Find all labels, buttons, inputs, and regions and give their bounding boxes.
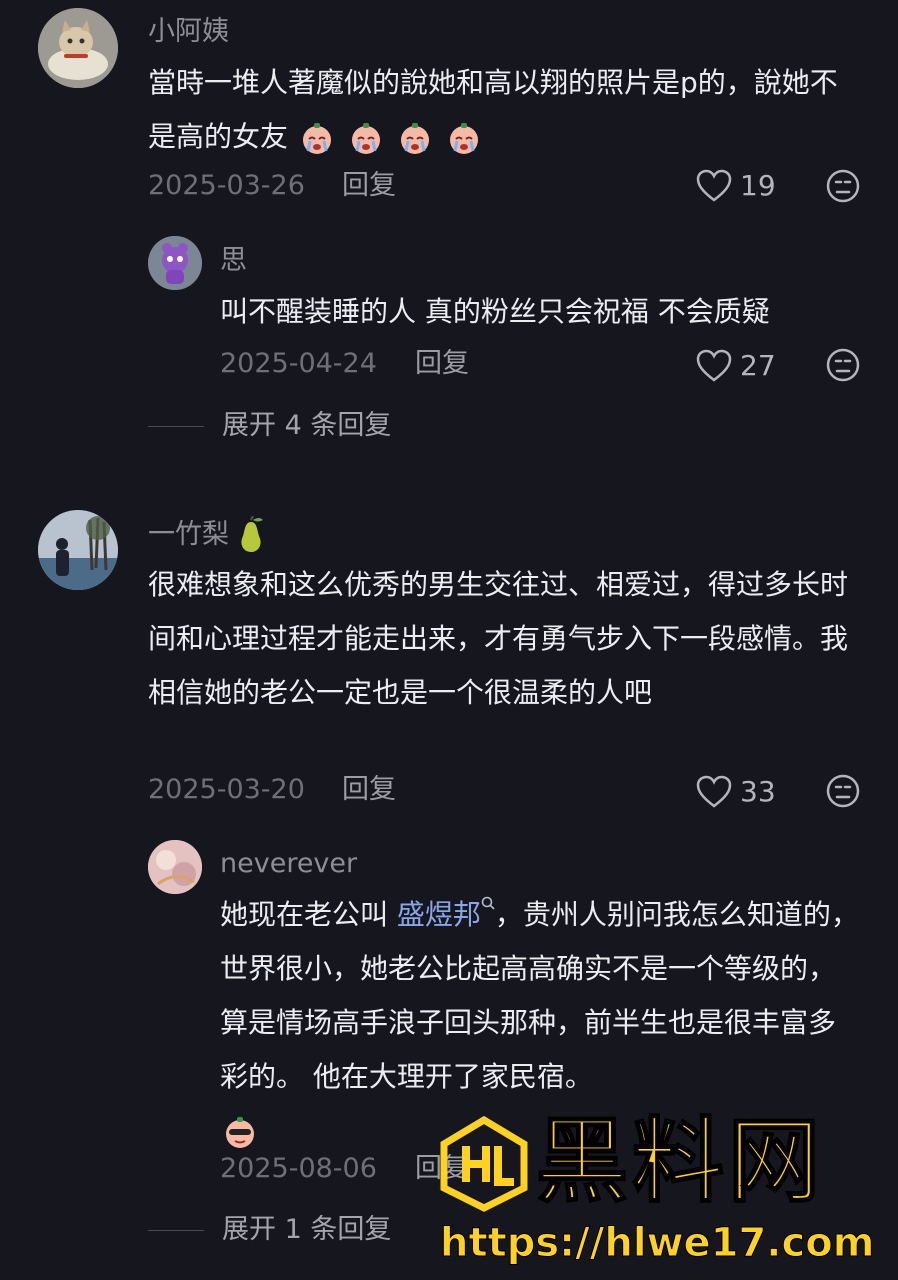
lakeside-photo-avatar-icon xyxy=(38,510,118,590)
divider-line xyxy=(148,425,204,427)
pink-floral-avatar-icon xyxy=(148,840,202,894)
heart-icon xyxy=(696,169,732,202)
heart-icon xyxy=(696,349,732,382)
heart-icon xyxy=(696,775,732,808)
like-count: 19 xyxy=(740,169,776,202)
cat-avatar-icon xyxy=(38,8,118,88)
watermark-url: https://hlwe17.com xyxy=(439,1220,875,1267)
comment-date: 2025-03-20 xyxy=(148,774,305,805)
reply-username[interactable]: neverever xyxy=(220,846,357,882)
comment-username[interactable]: 一竹梨 xyxy=(148,516,269,554)
watermark-logo-icon xyxy=(440,1116,528,1212)
crying-face-emoji-icon xyxy=(400,123,429,154)
avatar-lakeside[interactable] xyxy=(38,510,118,590)
search-icon xyxy=(481,896,495,910)
avatar-reply[interactable] xyxy=(148,840,202,894)
reply-button[interactable]: 回复 xyxy=(342,772,396,808)
watermark-logo-text: 黑料网 xyxy=(535,1107,825,1216)
purple-plush-avatar-icon xyxy=(148,236,202,290)
pear-icon xyxy=(241,516,263,552)
cool-face-emoji-icon xyxy=(226,1117,254,1148)
like-button[interactable]: 33 xyxy=(696,774,776,810)
reply-text: 叫不醒装睡的人 真的粉丝只会祝福 不会质疑 xyxy=(220,295,770,328)
crying-face-emoji-icon xyxy=(351,123,380,154)
reply-username[interactable]: 思 xyxy=(220,243,247,279)
comment-date: 2025-03-26 xyxy=(148,170,305,201)
like-button[interactable]: 19 xyxy=(696,168,776,204)
expand-replies-label: 展开 4 条回复 xyxy=(222,410,392,441)
dislike-face-icon[interactable] xyxy=(826,169,860,203)
dislike-face-icon[interactable] xyxy=(826,348,860,382)
comment-text: 當時一堆人著魔似的說她和高以翔的照片是p的，說她不是高的女友 xyxy=(148,56,848,164)
like-count: 33 xyxy=(740,775,776,808)
mention-link[interactable]: 盛煜邦 xyxy=(397,896,495,931)
like-count: 27 xyxy=(740,349,776,382)
reply-date: 2025-04-24 xyxy=(220,348,377,379)
dislike-face-icon[interactable] xyxy=(826,774,860,808)
avatar-reply[interactable] xyxy=(148,236,202,290)
reply-date: 2025-08-06 xyxy=(220,1153,377,1184)
avatar-cat[interactable] xyxy=(38,8,118,88)
watermark: 黑料网 https://hlwe17.com xyxy=(436,1107,876,1280)
crying-face-emoji-icon xyxy=(302,123,331,154)
comment-text: 很难想象和这么优秀的男生交往过、相爱过，得过多长时间和心理过程才能走出来，才有勇… xyxy=(148,568,849,709)
like-button[interactable]: 27 xyxy=(696,348,776,384)
expand-replies-label: 展开 1 条回复 xyxy=(222,1214,392,1245)
expand-replies-button[interactable]: 展开 4 条回复 xyxy=(148,408,391,444)
comment-username[interactable]: 小阿姨 xyxy=(148,14,229,50)
reply-button[interactable]: 回复 xyxy=(342,168,396,204)
divider-line xyxy=(148,1229,204,1231)
crying-face-emoji-icon xyxy=(449,123,478,154)
expand-replies-button[interactable]: 展开 1 条回复 xyxy=(148,1212,391,1248)
reply-button[interactable]: 回复 xyxy=(415,346,469,382)
